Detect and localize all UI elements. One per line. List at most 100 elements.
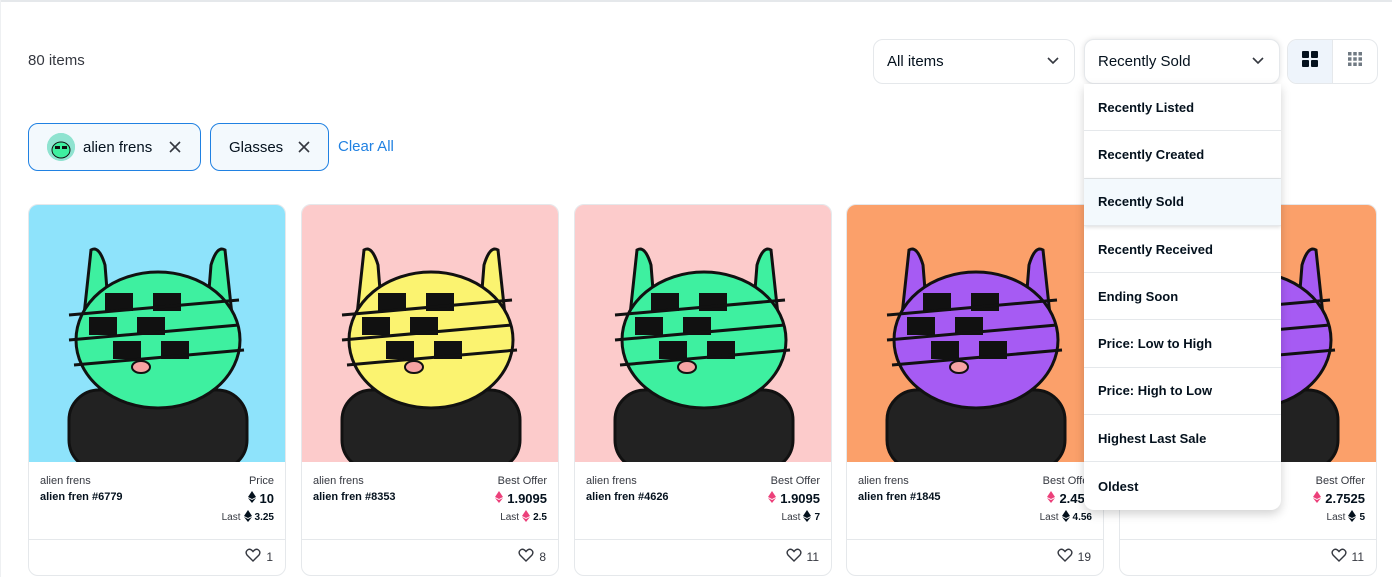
collection-name: alien frens (40, 475, 91, 487)
sort-option[interactable]: Oldest (1084, 462, 1281, 509)
favorite-button[interactable]: 11 (1330, 548, 1364, 565)
favorite-button[interactable]: 8 (518, 548, 546, 565)
heart-icon (1057, 548, 1073, 565)
sort-option[interactable]: Price: High to Low (1084, 368, 1281, 416)
price-value: 1.9095 (768, 491, 820, 506)
price-label: Best Offer (497, 475, 547, 487)
weth-icon (495, 491, 504, 506)
eth-icon (803, 510, 812, 525)
price-label: Best Offer (1315, 475, 1365, 487)
last-amount: 4.56 (1072, 512, 1092, 523)
card-divider (1120, 539, 1376, 540)
last-sale: Last 2.5 (500, 510, 547, 525)
large-grid-button[interactable] (1288, 40, 1332, 83)
like-count: 11 (1351, 549, 1364, 564)
favorite-button[interactable]: 1 (245, 548, 273, 565)
nft-image (302, 205, 558, 462)
nft-card[interactable]: alien frens alien fren #1845 Best Offer 2.4… (846, 204, 1104, 576)
small-grid-button[interactable] (1332, 40, 1377, 83)
eth-icon (1061, 510, 1070, 525)
heart-icon (518, 548, 534, 565)
collection-name: alien frens (586, 475, 637, 487)
filter-chip-label: alien frens (83, 138, 153, 156)
weth-icon (1047, 491, 1056, 506)
sort-select[interactable]: Recently Sold (1084, 39, 1280, 84)
last-label: Last (1039, 512, 1059, 523)
results-count: 80 items (28, 52, 85, 69)
weth-icon (1313, 491, 1322, 506)
eth-icon (1348, 510, 1357, 525)
price-value: 1.9095 (495, 491, 547, 506)
clear-all-link[interactable]: Clear All (338, 138, 394, 155)
nft-name: alien fren #6779 (40, 491, 123, 503)
nft-name: alien fren #4626 (586, 491, 669, 503)
nft-info: alien frens alien fren #8353 Best Offer 1.9… (313, 473, 547, 533)
sort-option[interactable]: Recently Created (1084, 131, 1281, 179)
sort-option[interactable]: Price: Low to High (1084, 320, 1281, 368)
left-border (0, 0, 1, 577)
sort-option[interactable]: Highest Last Sale (1084, 415, 1281, 463)
like-count: 1 (266, 549, 273, 564)
favorite-button[interactable]: 19 (1057, 548, 1091, 565)
favorite-button[interactable]: 11 (785, 548, 819, 565)
nft-info: alien frens alien fren #4626 Best Offer 1.9… (586, 473, 820, 533)
heart-icon (245, 548, 261, 565)
collection-avatar (47, 133, 75, 161)
nft-card[interactable]: alien frens alien fren #4626 Best Offer 1.9… (574, 204, 832, 576)
nft-card[interactable]: alien frens alien fren #8353 Best Offer 1.9… (301, 204, 559, 576)
last-label: Last (221, 512, 241, 523)
sort-option-selected[interactable]: Recently Sold (1084, 178, 1281, 226)
nft-name: alien fren #1845 (858, 491, 941, 503)
last-amount: 2.5 (533, 512, 547, 523)
last-label: Last (781, 512, 801, 523)
filter-chip-collection[interactable]: alien frens (28, 123, 201, 171)
items-filter-value: All items (887, 53, 944, 70)
nft-image (29, 205, 285, 462)
items-filter-select[interactable]: All items (873, 39, 1075, 84)
last-sale: Last 3.25 (222, 510, 274, 525)
last-sale: Last 7 (782, 510, 820, 525)
price-amount: 10 (259, 491, 274, 506)
top-border (0, 0, 1392, 2)
sort-dropdown-menu: Recently Listed Recently Created Recentl… (1084, 84, 1281, 510)
card-divider (302, 539, 558, 540)
sort-option[interactable]: Recently Listed (1084, 84, 1281, 132)
price-value: 10 (247, 491, 274, 506)
last-label: Last (1326, 512, 1346, 523)
sort-select-value: Recently Sold (1098, 53, 1191, 70)
price-amount: 1.9095 (507, 491, 547, 506)
filter-chip-label: Glasses (229, 138, 284, 156)
collection-name: alien frens (858, 475, 909, 487)
like-count: 19 (1077, 549, 1091, 564)
heart-icon (785, 548, 802, 565)
nft-name: alien fren #8353 (313, 491, 396, 503)
chevron-down-icon (1046, 53, 1060, 71)
close-icon[interactable] (297, 140, 311, 154)
nft-card[interactable]: alien frens alien fren #6779 Price 10 Last 3.… (28, 204, 286, 576)
weth-icon (768, 491, 777, 506)
sort-option[interactable]: Recently Received (1084, 226, 1281, 274)
nft-image (847, 205, 1103, 462)
weth-icon (522, 510, 531, 525)
chevron-down-icon (1251, 53, 1265, 71)
sort-option[interactable]: Ending Soon (1084, 273, 1281, 321)
large-grid-icon (1301, 50, 1319, 73)
last-sale: Last 5 (1327, 510, 1365, 525)
card-divider (575, 539, 831, 540)
price-amount: 1.9095 (780, 491, 820, 506)
filter-chip-trait[interactable]: Glasses (210, 123, 329, 171)
nft-info: alien frens alien fren #1845 Best Offer 2.4… (858, 473, 1092, 533)
eth-icon (247, 491, 256, 506)
eth-icon (243, 510, 252, 525)
last-amount: 3.25 (254, 512, 274, 523)
card-divider (847, 539, 1103, 540)
nft-image (575, 205, 831, 462)
price-value: 2.7525 (1313, 491, 1365, 506)
small-grid-icon (1347, 51, 1363, 72)
nft-info: alien frens alien fren #6779 Price 10 Last 3.… (40, 473, 274, 533)
price-amount: 2.7525 (1325, 491, 1365, 506)
close-icon[interactable] (168, 140, 182, 154)
last-label: Last (500, 512, 520, 523)
price-label: Price (248, 475, 274, 487)
card-divider (29, 539, 285, 540)
